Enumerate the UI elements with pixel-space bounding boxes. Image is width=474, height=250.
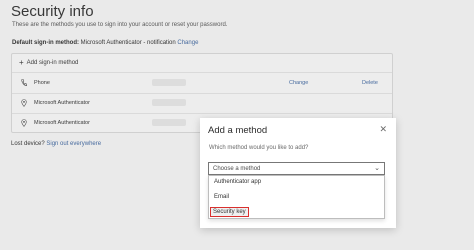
option-authenticator-app[interactable]: Authenticator app xyxy=(214,179,261,185)
method-dropdown-list: Authenticator app Email Security key xyxy=(208,175,385,219)
option-email[interactable]: Email xyxy=(214,194,229,200)
close-icon[interactable]: ✕ xyxy=(379,125,387,134)
method-select[interactable]: Choose a method ⌄ xyxy=(208,162,385,175)
dialog-title: Add a method xyxy=(208,125,268,136)
select-value: Choose a method xyxy=(213,166,261,172)
dialog-question: Which method would you like to add? xyxy=(209,145,309,151)
option-security-key[interactable]: Security key xyxy=(210,207,249,217)
chevron-down-icon: ⌄ xyxy=(374,165,380,172)
